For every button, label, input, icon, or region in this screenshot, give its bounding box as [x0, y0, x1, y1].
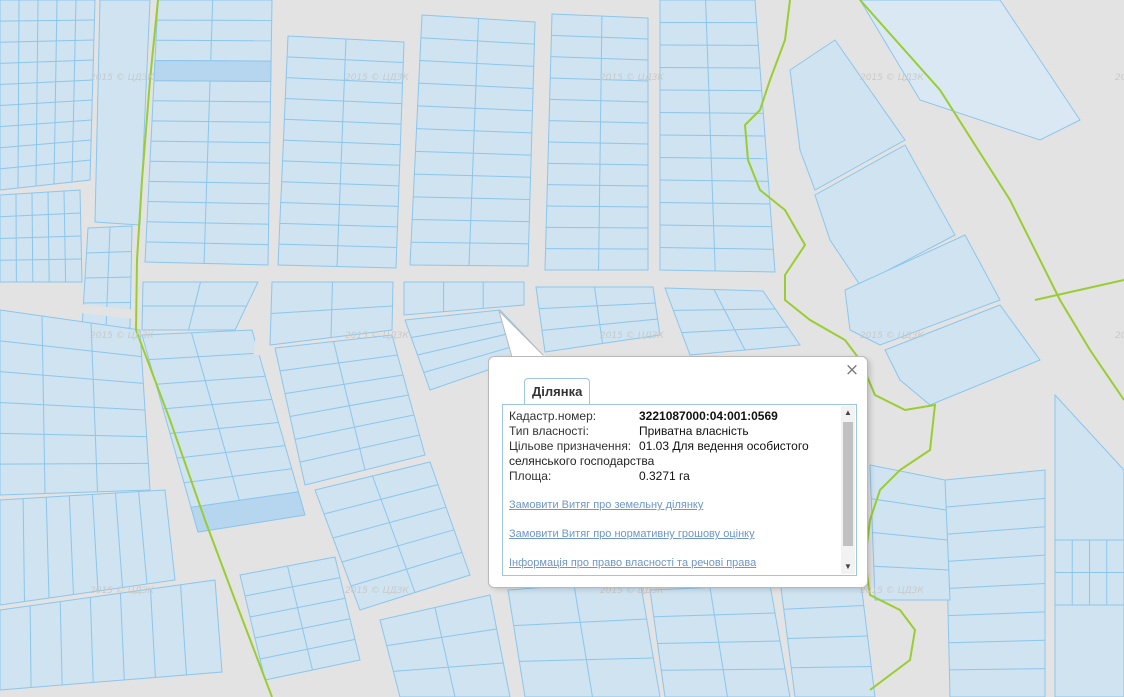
parcel[interactable]	[153, 59, 272, 83]
parcel-block[interactable]	[664, 287, 801, 356]
order-valuation-extract-link[interactable]: Замовити Витяг про нормативну грошову оц…	[509, 527, 835, 542]
purpose-value-continuation: селянського господарства	[509, 454, 655, 468]
watermark-label: 2015 © ЦДЗК	[860, 586, 924, 596]
ownership-type-value: Приватна власність	[639, 424, 749, 438]
field-label: Площа:	[509, 469, 552, 483]
tab-parcel[interactable]: Ділянка	[524, 378, 591, 404]
parcel-boundary	[659, 67, 761, 69]
parcel-block[interactable]	[379, 594, 511, 697]
watermark-label: 2015 © ЦДЗК	[345, 331, 409, 341]
field-cadastral-number: Кадастр.номер: 3221087000:04:001:0569	[509, 409, 835, 424]
watermark-label: 2015 © ЦДЗК	[860, 73, 924, 83]
parcel-block[interactable]	[944, 469, 1046, 697]
order-land-extract-link[interactable]: Замовити Витяг про земельну ділянку	[509, 498, 835, 513]
watermark-label: 2015 © ЦДЗК	[1115, 73, 1124, 83]
parcel-block[interactable]	[409, 14, 536, 267]
field-purpose: Цільове призначення: 01.03 Для ведення о…	[509, 439, 835, 454]
watermark-label: 2015 © ЦДЗК	[90, 331, 154, 341]
watermark-label: 2015 © ЦДЗК	[90, 586, 154, 596]
close-icon[interactable]: ×	[844, 362, 860, 379]
field-label: Цільове призначення:	[509, 439, 632, 453]
parcel-block[interactable]	[403, 281, 525, 316]
parcel-boundary	[546, 226, 649, 229]
field-label: Кадастр.номер:	[509, 409, 597, 423]
scroll-down-icon[interactable]: ▼	[841, 560, 855, 574]
ownership-rights-info-link[interactable]: Інформація про право власності та речові…	[509, 556, 835, 571]
watermark-label: 2015 © ЦДЗК	[345, 73, 409, 83]
parcel-block[interactable]	[869, 464, 951, 601]
parcel-boundary	[659, 89, 762, 92]
watermark-label: 2015 © ЦДЗК	[90, 73, 154, 83]
road	[253, 269, 273, 356]
popup-scrollbar[interactable]: ▲ ▼	[841, 406, 855, 574]
parcel-layer[interactable]	[0, 0, 1124, 697]
parcel-block[interactable]	[535, 286, 661, 353]
parcel-block[interactable]	[277, 35, 405, 269]
parcel-details: Кадастр.номер: 3221087000:04:001:0569 Ти…	[509, 409, 835, 571]
parcel[interactable]	[859, 0, 1081, 141]
parcel-info-popup: × Ділянка Кадастр.номер: 3221087000:04:0…	[488, 356, 868, 588]
parcel-block[interactable]	[0, 0, 96, 191]
cadastral-number-value: 3221087000:04:001:0569	[639, 409, 778, 423]
watermark-label: 2015 © ЦДЗК	[860, 331, 924, 341]
watermark-label: 2015 © ЦДЗК	[600, 331, 664, 341]
field-area: Площа: 0.3271 га	[509, 469, 835, 484]
parcel-block[interactable]	[507, 579, 661, 697]
field-ownership-type: Тип власності: Приватна власність	[509, 424, 835, 439]
watermark-label: 2015 © ЦДЗК	[345, 586, 409, 596]
popup-panel: Кадастр.номер: 3221087000:04:001:0569 Ти…	[502, 404, 857, 576]
boundary-line-branch	[1034, 279, 1124, 301]
purpose-value: 01.03 Для ведення особистого	[639, 439, 809, 453]
cadastral-map[interactable]: 2015 © ЦДЗК 2015 © ЦДЗК 2015 © ЦДЗК 2015 © …	[0, 0, 1124, 697]
area-value: 0.3271 га	[639, 469, 690, 483]
watermark-label: 2015 © ЦДЗК	[1115, 331, 1124, 341]
scroll-up-icon[interactable]: ▲	[841, 406, 855, 420]
watermark-label: 2015 © ЦДЗК	[600, 73, 664, 83]
scroll-thumb[interactable]	[843, 422, 853, 546]
field-label: Тип власності:	[509, 424, 589, 438]
